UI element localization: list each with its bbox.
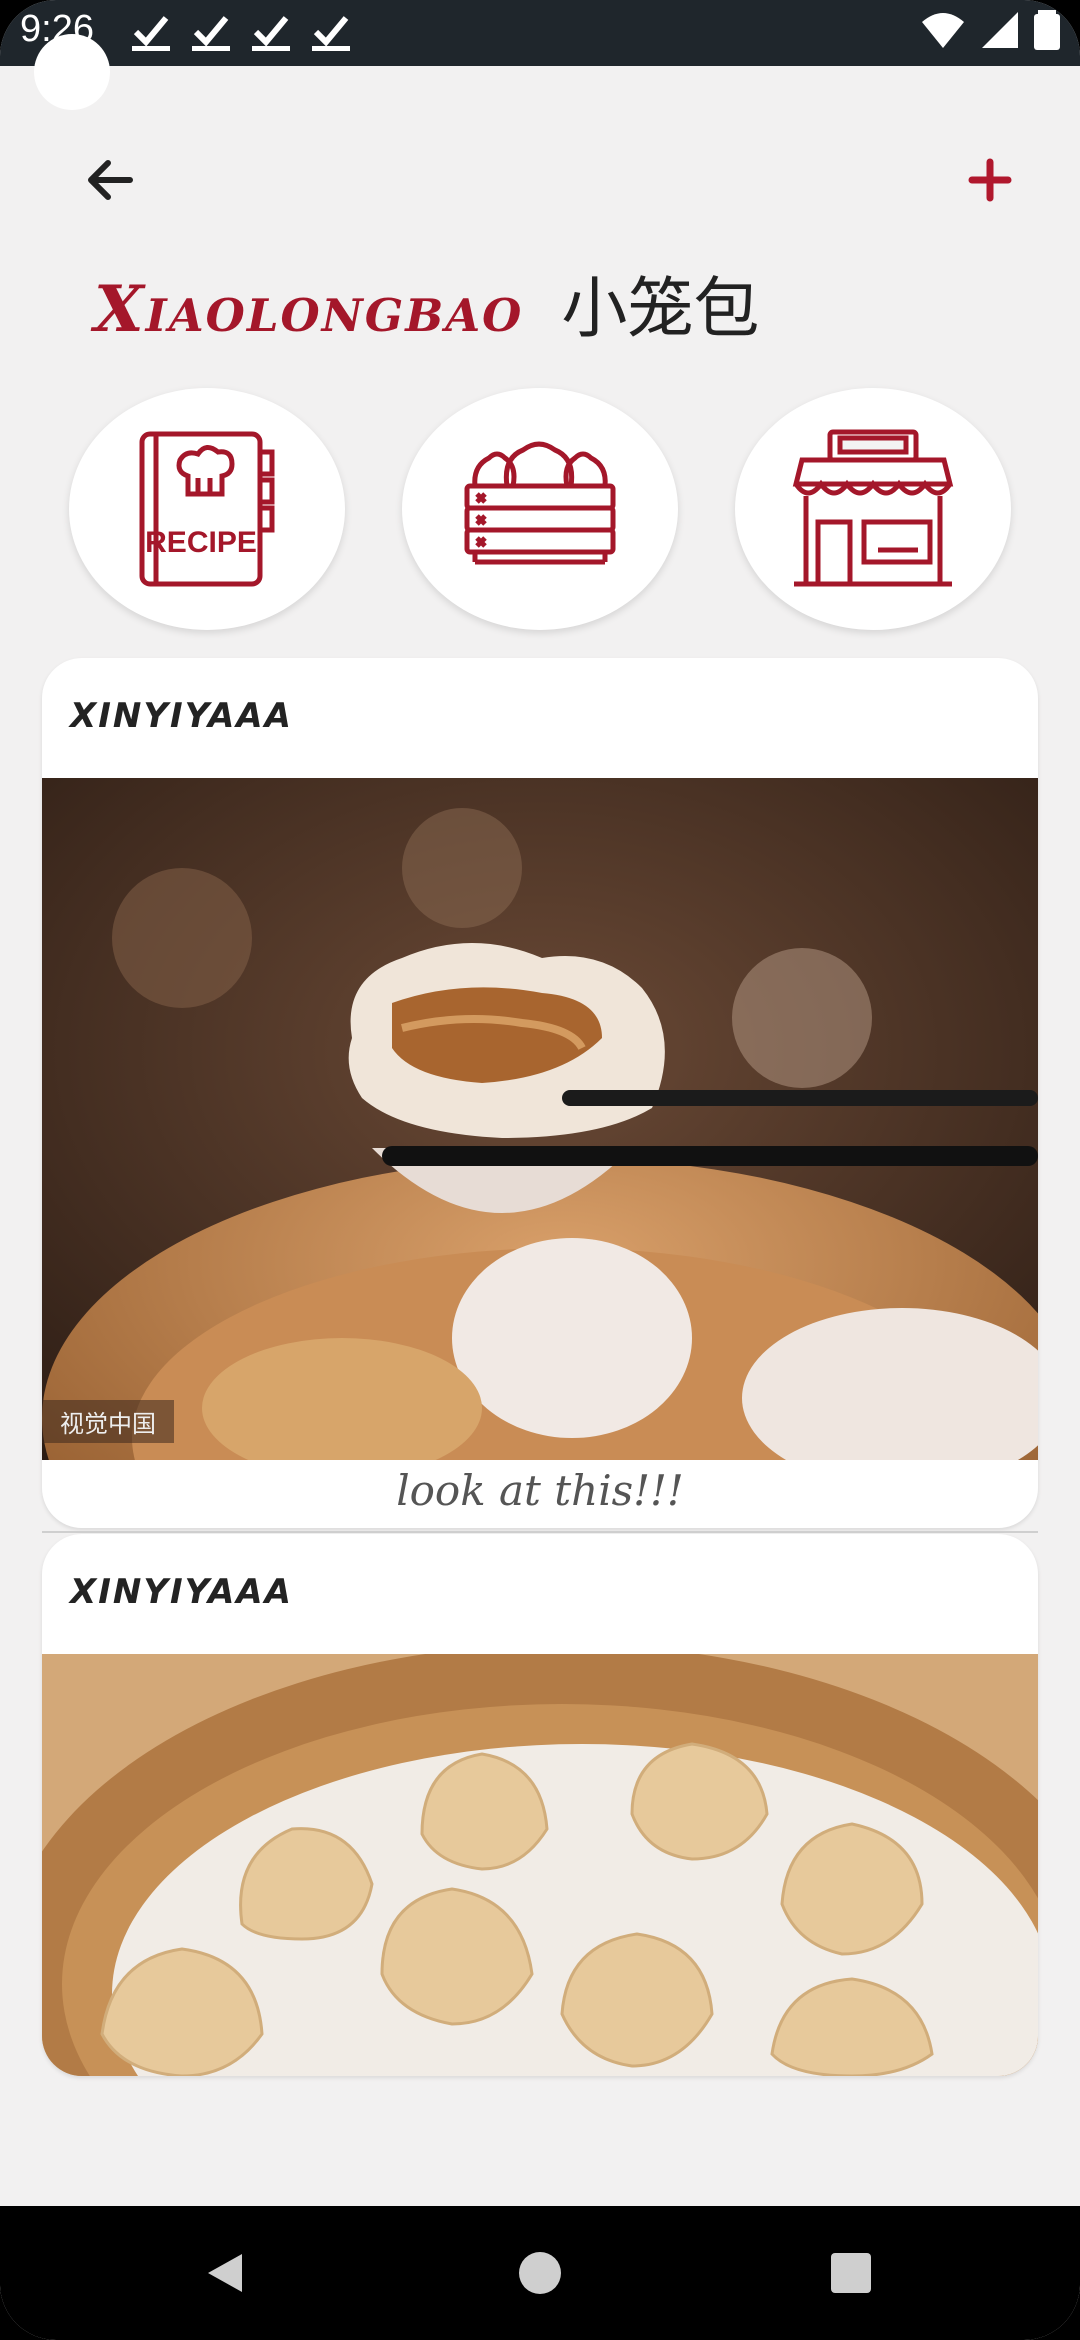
post-card[interactable]: xinyiyaaa [42, 658, 1038, 1528]
add-post-button[interactable] [960, 150, 1020, 210]
navigation-bar [0, 2206, 1080, 2340]
arrow-left-icon [88, 160, 133, 200]
page-title-english: Xiaolongbao [94, 272, 524, 347]
nav-recents-icon[interactable] [826, 2248, 876, 2298]
check-notification-icon [312, 16, 350, 51]
app-screen: 9:26 Xiaolongbao 小笼包 RECIPE XINYIYAAA 视觉… [0, 0, 1080, 2340]
post-card[interactable]: xinyiyaaa [42, 1534, 1038, 2076]
check-notification-icon [192, 16, 230, 51]
camera-cutout [34, 34, 110, 110]
dumpling-steamer-icon [464, 441, 616, 565]
nav-back-icon[interactable] [200, 2248, 250, 2298]
category-restaurants-button[interactable] [735, 388, 1011, 630]
page-title-chinese: 小笼包 [561, 270, 760, 347]
recipe-book-icon: RECIPE [139, 431, 275, 587]
notification-icons [130, 12, 352, 52]
post-photo-steamer-dumplings [42, 1654, 1038, 2076]
battery-icon [1034, 10, 1060, 50]
status-bar: 9:26 [0, 0, 1080, 66]
category-recipe-button[interactable]: RECIPE [69, 388, 345, 630]
post-photo-dumpling-chopsticks [42, 778, 1038, 1460]
plus-icon [968, 158, 1012, 202]
back-button[interactable] [80, 150, 140, 210]
recipe-label: RECIPE [145, 526, 257, 559]
check-notification-icon [132, 16, 170, 51]
photo-watermark: 视觉中国 [42, 1400, 174, 1443]
post-username: xinyiyaaa [70, 696, 293, 736]
page-title: Xiaolongbao 小笼包 [94, 255, 759, 355]
restaurant-store-icon [792, 429, 954, 587]
post-caption: look at this!!! [396, 1466, 684, 1515]
system-status-icons [920, 10, 1060, 50]
category-dumplings-button[interactable] [402, 388, 678, 630]
nav-home-icon[interactable] [515, 2248, 565, 2298]
post-username: xinyiyaaa [70, 1572, 293, 1612]
wifi-icon [922, 13, 964, 48]
signal-icon [982, 12, 1018, 48]
check-notification-icon [252, 16, 290, 51]
divider [42, 1531, 1038, 1533]
